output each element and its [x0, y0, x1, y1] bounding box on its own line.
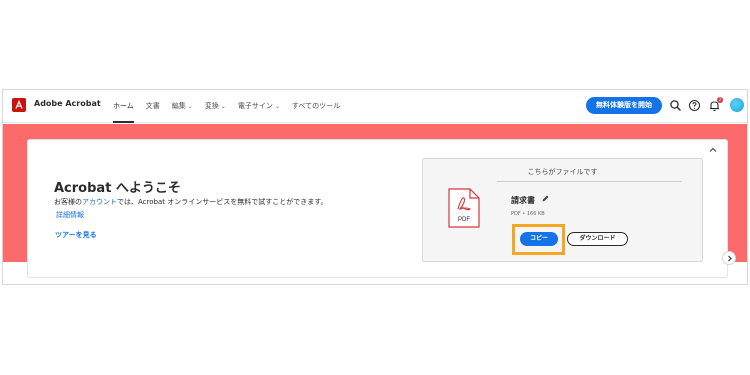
notification-badge: 2	[717, 97, 723, 103]
account-link[interactable]: アカウント	[82, 198, 117, 206]
welcome-card: Acrobat へようこそ お客様のアカウントでは、Acrobat オンラインサ…	[27, 139, 736, 278]
main-nav: ホーム 文書 編集 ⌄ 変換 ⌄ 電子サイン ⌄ すべてのツール	[113, 90, 352, 123]
top-header: Adobe Acrobat ホーム 文書 編集 ⌄ 変換 ⌄ 電子サイン ⌄ すべての…	[3, 90, 747, 123]
nav-all-tools[interactable]: すべてのツール	[292, 90, 340, 123]
details-link[interactable]: 詳細情報	[56, 210, 84, 220]
adobe-logo-icon[interactable]	[12, 98, 26, 112]
nav-home-label: ホーム	[113, 102, 134, 110]
chevron-down-icon: ⌄	[274, 103, 280, 110]
search-icon[interactable]	[669, 99, 682, 112]
divider	[497, 181, 682, 182]
tour-link[interactable]: ツアーを見る	[55, 230, 97, 240]
pdf-file-icon[interactable]: PDF	[448, 188, 480, 228]
nav-convert[interactable]: 変換 ⌄	[205, 90, 226, 123]
file-panel-heading: こちらがファイルです	[527, 168, 598, 176]
welcome-title: Acrobat へようこそ	[54, 181, 181, 196]
avatar[interactable]	[730, 98, 744, 112]
pdf-icon-label: PDF	[458, 217, 470, 223]
nav-documents-label: 文書	[145, 102, 160, 110]
welcome-description: お客様のアカウントでは、Acrobat オンラインサービスを無料で試すことができ…	[54, 197, 328, 207]
next-arrow-button[interactable]	[722, 251, 736, 265]
nav-convert-label: 変換	[204, 102, 219, 110]
nav-all-tools-label: すべてのツール	[291, 102, 341, 110]
welcome-desc-post: では、Acrobat オンラインサービスを無料で試すことができます。	[117, 198, 328, 206]
nav-documents[interactable]: 文書	[146, 90, 160, 123]
file-name: 請求書	[511, 196, 535, 205]
welcome-desc-pre: お客様の	[54, 198, 82, 206]
nav-esign[interactable]: 電子サイン ⌄	[238, 90, 280, 123]
nav-home[interactable]: ホーム	[113, 90, 134, 123]
pencil-icon[interactable]	[541, 194, 550, 203]
file-meta: PDF • 166 KB	[511, 211, 545, 217]
chevron-down-icon: ⌄	[187, 103, 193, 110]
file-panel: こちらがファイルです PDF 請求書 PDF • 166 KB コピー ダウンロ…	[422, 158, 703, 262]
acrobat-window: Adobe Acrobat ホーム 文書 編集 ⌄ 変換 ⌄ 電子サイン ⌄ すべての…	[2, 89, 748, 285]
copy-button[interactable]: コピー	[520, 232, 558, 246]
nav-edit[interactable]: 編集 ⌄	[172, 90, 193, 123]
nav-edit-label: 編集	[171, 102, 186, 110]
chevron-down-icon: ⌄	[220, 103, 226, 110]
chevron-right-icon	[728, 255, 732, 262]
start-trial-button[interactable]: 無料体験版を開始	[586, 97, 662, 114]
download-button[interactable]: ダウンロード	[567, 232, 628, 246]
nav-esign-label: 電子サイン	[237, 102, 273, 110]
chevron-up-icon[interactable]	[707, 144, 719, 156]
brand-name[interactable]: Adobe Acrobat	[34, 99, 101, 108]
help-icon[interactable]	[688, 99, 701, 112]
